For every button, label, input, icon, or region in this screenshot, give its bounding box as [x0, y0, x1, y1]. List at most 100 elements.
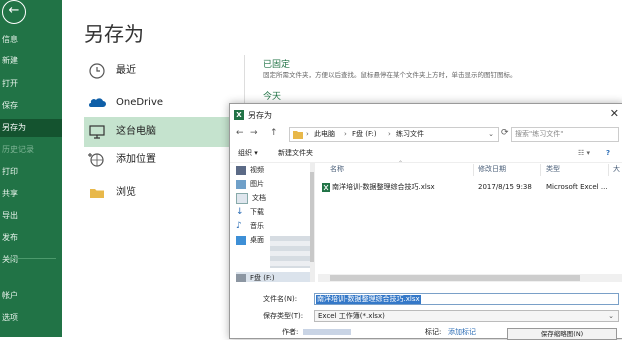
backstage-nav-rail: ← 信息 新建 打开 保存 另存为 历史记录 打印 共享 导出 发布 关闭 帐户…: [0, 0, 62, 337]
nav-up-icon[interactable]: ↑: [270, 128, 278, 138]
nav-forward-icon[interactable]: →: [250, 128, 258, 138]
help-icon[interactable]: ?: [606, 144, 610, 162]
filetype-value: Excel 工作簿(*.xlsx): [318, 312, 385, 320]
dialog-toolbar: 组织 ▾ 新建文件夹 ☷ ▾ ?: [230, 144, 622, 163]
filetype-label: 保存类型(T):: [263, 312, 304, 320]
rail-divider: [6, 258, 56, 259]
close-icon[interactable]: ✕: [610, 107, 619, 120]
rail-item-save[interactable]: 保存: [0, 97, 62, 115]
computer-icon: [89, 125, 105, 139]
filename-value: 南洋培训-数据整理综合技巧.xlsx: [316, 295, 421, 304]
page-title: 另存为: [84, 22, 144, 46]
folder-icon: [293, 131, 303, 139]
horizontal-scrollbar[interactable]: [318, 274, 622, 282]
rail-item-info[interactable]: 信息: [0, 31, 62, 49]
rail-item-save-as[interactable]: 另存为: [0, 119, 62, 137]
rail-item-account[interactable]: 帐户: [0, 287, 62, 305]
rail-item-close[interactable]: 关闭: [0, 251, 62, 269]
location-label: OneDrive: [116, 97, 164, 108]
column-header-size[interactable]: 大: [613, 164, 620, 174]
back-arrow-icon[interactable]: ←: [2, 0, 26, 24]
nav-scroll-thumb[interactable]: [310, 172, 314, 262]
metadata-row: 作者: 标记: 添加标记 保存缩略图(N): [230, 326, 622, 340]
filename-label: 文件名(N):: [263, 295, 298, 303]
horizontal-scroll-thumb[interactable]: [330, 275, 580, 281]
save-thumbnail-button[interactable]: 保存缩略图(N): [507, 328, 617, 340]
document-icon: [236, 192, 248, 204]
breadcrumb-drive-f[interactable]: F盘 (F:): [352, 128, 377, 141]
nav-label: 视频: [250, 166, 264, 174]
location-onedrive[interactable]: OneDrive: [84, 88, 244, 118]
filename-row: 文件名(N): 南洋培训-数据整理综合技巧.xlsx: [230, 292, 622, 306]
breadcrumb-sep-icon: ›: [388, 130, 391, 138]
nav-item-music[interactable]: ♪ 音乐: [236, 220, 312, 232]
breadcrumb-sep-icon: ›: [306, 130, 309, 138]
breadcrumb-practice-files[interactable]: 练习文件: [396, 128, 424, 141]
organize-button[interactable]: 组织 ▾: [238, 144, 258, 162]
breadcrumb-this-pc[interactable]: 此电脑: [314, 128, 335, 141]
nav-item-pictures[interactable]: 图片: [236, 178, 312, 190]
tags-label: 标记:: [425, 328, 442, 336]
address-bar[interactable]: › 此电脑 › F盘 (F:) › 练习文件 ⌄: [289, 127, 499, 142]
today-heading: 今天: [263, 92, 282, 102]
rail-item-new[interactable]: 新建: [0, 52, 62, 70]
globe-plus-icon: [88, 153, 104, 167]
location-label: 最近: [116, 65, 136, 76]
nav-item-downloads[interactable]: ↓ 下载: [236, 206, 312, 218]
nav-scrollbar[interactable]: [310, 162, 314, 282]
desktop-icon: [236, 235, 246, 245]
location-this-pc[interactable]: 这台电脑: [84, 117, 244, 147]
rail-item-export[interactable]: 导出: [0, 207, 62, 225]
rail-item-open[interactable]: 打开: [0, 75, 62, 93]
nav-item-documents[interactable]: 文档: [236, 192, 312, 204]
rail-item-history[interactable]: 历史记录: [0, 141, 62, 159]
column-header-modified[interactable]: 修改日期: [478, 164, 506, 174]
save-as-dialog: X 另存为 ✕ ← → ↑ › 此电脑 › F盘 (F:) › 练习文件 ⌄ ⟳…: [229, 103, 622, 340]
nav-item-drive-f[interactable]: F盘 (F:): [236, 272, 312, 282]
nav-label: 图片: [250, 180, 264, 188]
search-input[interactable]: 搜索"练习文件": [511, 127, 619, 142]
nav-pane: 视频 图片 文档 ↓ 下载 ♪ 音乐 桌面 F盘 (F:): [230, 162, 315, 282]
column-header-type[interactable]: 类型: [546, 164, 560, 174]
pinned-description: 固定所需文件夹，方便以后查找。鼠标悬停在某个文件夹上方时，单击显示的图钉图标。: [263, 71, 517, 79]
new-folder-button[interactable]: 新建文件夹: [278, 144, 313, 162]
refresh-icon[interactable]: ⟳: [501, 128, 509, 138]
excel-file-icon: [322, 183, 330, 192]
cloud-icon: [89, 98, 106, 107]
view-options-icon[interactable]: ☷ ▾: [578, 144, 590, 162]
rail-item-share[interactable]: 共享: [0, 185, 62, 203]
file-list: 名称 ⌃ 修改日期 类型 大 南洋培训-数据整理综合技巧.xlsx 2017/8…: [318, 160, 622, 282]
download-icon: ↓: [236, 206, 244, 217]
drive-icon: [236, 273, 246, 282]
author-value-blurred[interactable]: [303, 329, 351, 335]
nav-item-videos[interactable]: 视频: [236, 164, 312, 176]
dialog-titlebar[interactable]: X 另存为 ✕: [230, 104, 622, 126]
tags-input[interactable]: 添加标记: [448, 326, 476, 338]
nav-label: F盘 (F:): [250, 274, 275, 282]
nav-back-icon[interactable]: ←: [236, 128, 244, 138]
breadcrumb-sep-icon: ›: [344, 130, 347, 138]
rail-item-options[interactable]: 选项: [0, 309, 62, 327]
filetype-select[interactable]: Excel 工作簿(*.xlsx) ⌄: [314, 310, 619, 322]
nav-label: 桌面: [250, 236, 264, 244]
file-row[interactable]: 南洋培训-数据整理综合技巧.xlsx 2017/8/15 9:38 Micros…: [318, 181, 622, 193]
video-icon: [236, 165, 246, 175]
picture-icon: [236, 179, 246, 189]
location-add-place[interactable]: 添加位置: [84, 145, 244, 175]
filename-input[interactable]: 南洋培训-数据整理综合技巧.xlsx: [314, 293, 619, 305]
clock-icon: [89, 63, 105, 79]
address-row: ← → ↑ › 此电脑 › F盘 (F:) › 练习文件 ⌄ ⟳ 搜索"练习文件…: [230, 126, 622, 144]
filetype-row: 保存类型(T): Excel 工作簿(*.xlsx) ⌄: [230, 309, 622, 323]
location-recent[interactable]: 最近: [84, 56, 244, 86]
rail-item-publish[interactable]: 发布: [0, 229, 62, 247]
dropdown-icon[interactable]: ⌄: [488, 128, 494, 141]
nav-label: 下载: [250, 208, 264, 216]
column-divider: [608, 164, 609, 176]
column-header-name[interactable]: 名称: [330, 164, 344, 174]
location-browse[interactable]: 浏览: [84, 178, 244, 208]
location-label: 这台电脑: [116, 126, 156, 137]
folder-icon: [90, 189, 104, 198]
nav-label: 文档: [252, 194, 266, 202]
file-name: 南洋培训-数据整理综合技巧.xlsx: [332, 183, 435, 191]
rail-item-print[interactable]: 打印: [0, 163, 62, 181]
